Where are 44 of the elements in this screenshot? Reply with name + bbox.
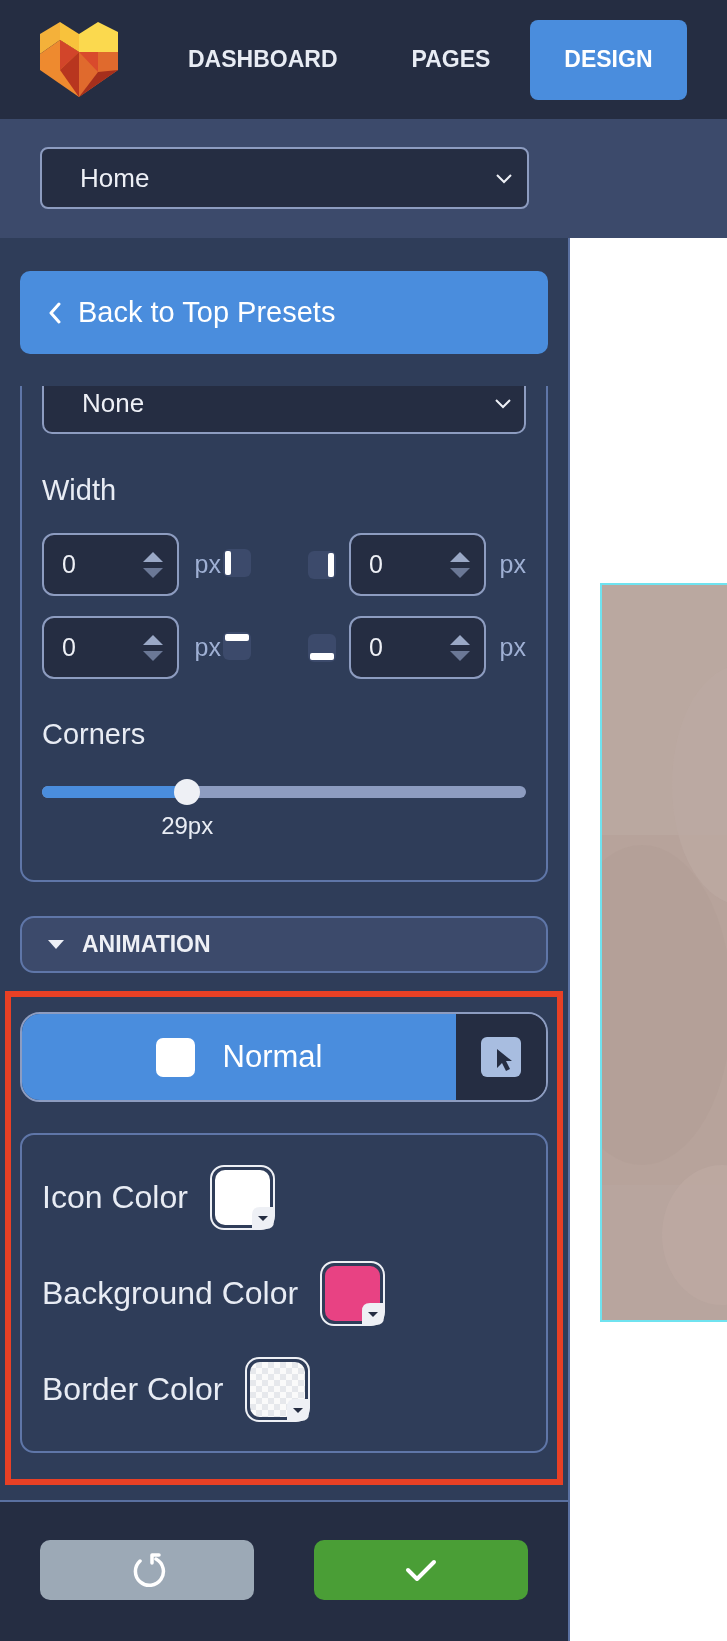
chevron-down-icon xyxy=(494,396,512,410)
number-field[interactable]: 0 xyxy=(349,533,486,596)
color-swatch[interactable] xyxy=(209,1165,275,1230)
dropdown-caret-icon xyxy=(251,1207,274,1229)
page-select[interactable]: Home xyxy=(40,147,529,209)
spinner-icon[interactable] xyxy=(143,551,163,578)
color-label: Background Color xyxy=(42,1275,299,1312)
number-field[interactable]: 0 xyxy=(349,616,486,679)
spinner-icon[interactable] xyxy=(143,634,163,661)
nav-tab[interactable]: PAGES xyxy=(377,19,525,100)
color-swatch[interactable] xyxy=(320,1261,386,1326)
border-side-icon[interactable] xyxy=(223,548,251,577)
logo-icon[interactable] xyxy=(40,22,118,97)
slider-value: 29px xyxy=(161,812,214,840)
caret-down-icon xyxy=(48,940,64,949)
spinner-icon[interactable] xyxy=(450,551,470,578)
number-field[interactable]: 0 xyxy=(42,616,179,679)
square-icon xyxy=(155,1037,195,1077)
border-side-icon[interactable] xyxy=(308,633,336,662)
animation-section-header[interactable]: ANIMATION xyxy=(20,916,548,973)
cursor-icon xyxy=(481,1037,521,1077)
unit-label: px xyxy=(498,633,526,662)
color-swatch[interactable] xyxy=(245,1357,311,1422)
corners-slider[interactable] xyxy=(42,779,526,805)
dropdown-caret-icon xyxy=(287,1399,310,1421)
state-tab[interactable] xyxy=(456,1014,546,1100)
chevron-down-icon xyxy=(495,171,513,185)
border-side-icon[interactable] xyxy=(223,631,251,660)
width-label: Width xyxy=(42,473,118,508)
nav-tab[interactable]: DASHBOARD xyxy=(154,19,372,100)
corners-label: Corners xyxy=(42,717,147,752)
style-select[interactable]: None xyxy=(42,386,526,434)
checkmark-icon xyxy=(405,1557,437,1583)
chevron-left-icon xyxy=(48,301,62,324)
number-field[interactable]: 0 xyxy=(42,533,179,596)
color-label: Icon Color xyxy=(42,1179,188,1216)
border-side-icon[interactable] xyxy=(308,550,336,579)
unit-label: px xyxy=(193,550,221,579)
unit-label: px xyxy=(193,633,221,662)
slider-thumb[interactable] xyxy=(174,779,201,805)
unit-label: px xyxy=(498,550,526,579)
spinner-icon[interactable] xyxy=(450,634,470,661)
color-label: Border Color xyxy=(42,1371,224,1408)
dropdown-caret-icon xyxy=(362,1303,385,1325)
